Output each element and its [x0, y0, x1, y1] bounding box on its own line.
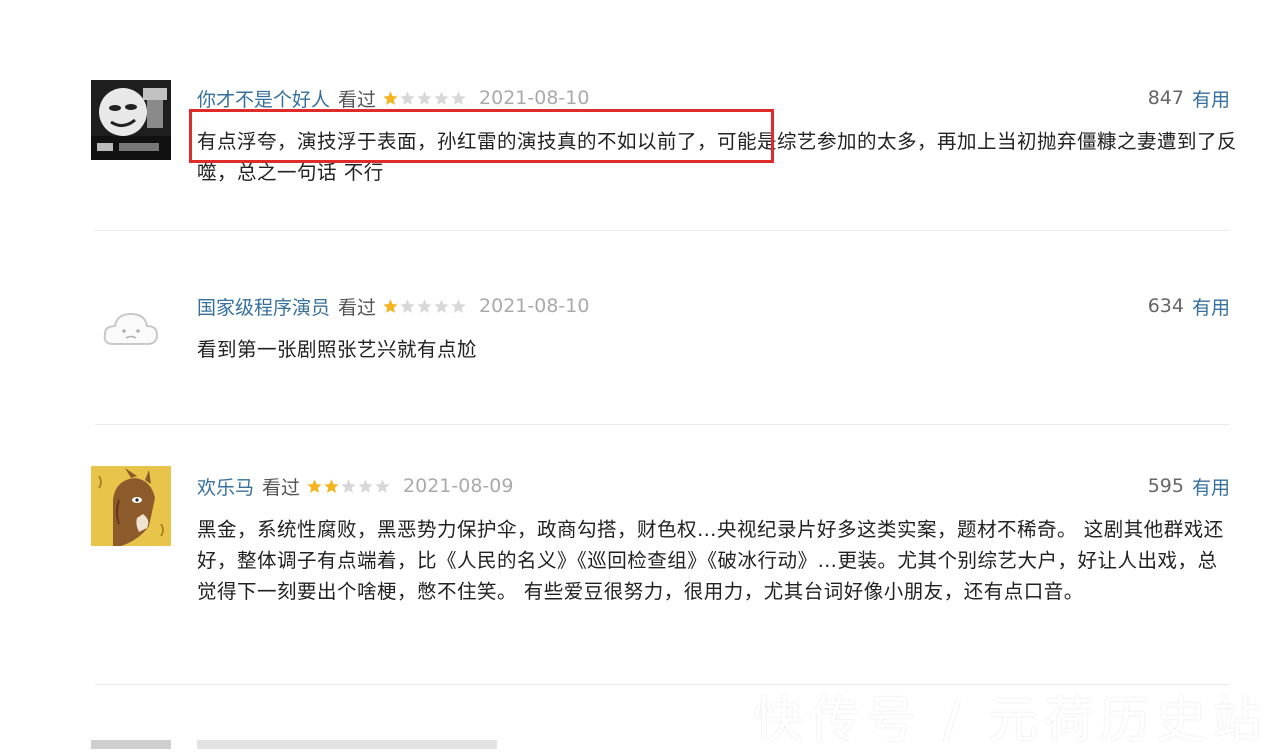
star-empty-icon	[375, 478, 390, 493]
star-empty-icon	[400, 298, 415, 313]
watch-status: 看过	[262, 476, 301, 499]
review-date: 2021-08-10	[479, 87, 590, 109]
avatar[interactable]	[91, 740, 171, 749]
vote-block: 634 有用	[1148, 292, 1230, 320]
review-meta: 国家级程序演员 看过 2021-08-10	[197, 292, 589, 320]
vote-block: 595 有用	[1148, 472, 1230, 500]
review-text: 黑金，系统性腐败，黑恶势力保护伞，政商勾搭，财色权…央视纪录片好多这类实案，题材…	[197, 518, 1224, 603]
review-meta: 欢乐马 看过 2021-08-09	[197, 472, 513, 500]
star-filled-icon	[383, 298, 398, 313]
meme-face-avatar-icon	[91, 80, 171, 160]
review-meta: 你才不是个好人 看过 2021-08-10	[197, 84, 589, 112]
star-empty-icon	[434, 90, 449, 105]
review-date: 2021-08-09	[403, 475, 514, 497]
vote-count: 847	[1147, 87, 1184, 109]
vote-count: 595	[1147, 475, 1184, 497]
star-filled-icon	[307, 478, 322, 493]
partial-review-meta	[197, 740, 497, 749]
default-cloud-avatar-icon	[91, 288, 171, 368]
star-empty-icon	[451, 90, 466, 105]
useful-button[interactable]: 有用	[1192, 85, 1230, 112]
rating-stars	[382, 298, 467, 315]
review-date: 2021-08-10	[479, 295, 590, 317]
useful-button[interactable]: 有用	[1192, 293, 1230, 320]
author-link[interactable]: 你才不是个好人	[197, 85, 330, 112]
rating-stars	[382, 90, 467, 107]
divider	[95, 424, 1230, 425]
star-filled-icon	[383, 90, 398, 105]
watermark: 快传号 / 元荷历史站	[753, 691, 1268, 749]
horse-avatar-icon	[91, 466, 171, 546]
author-link[interactable]: 国家级程序演员	[197, 293, 330, 320]
avatar[interactable]	[91, 288, 171, 368]
avatar[interactable]	[91, 80, 171, 160]
star-empty-icon	[417, 298, 432, 313]
watch-status: 看过	[338, 296, 377, 319]
review-text: 看到第一张剧照张艺兴就有点尬	[197, 338, 478, 361]
star-empty-icon	[400, 90, 415, 105]
author-link[interactable]: 欢乐马	[197, 473, 254, 500]
useful-button[interactable]: 有用	[1192, 473, 1230, 500]
star-empty-icon	[417, 90, 432, 105]
avatar[interactable]	[91, 466, 171, 546]
rating-stars	[306, 478, 391, 495]
vote-count: 634	[1147, 295, 1184, 317]
star-empty-icon	[451, 298, 466, 313]
star-empty-icon	[358, 478, 373, 493]
star-empty-icon	[434, 298, 449, 313]
vote-block: 847 有用	[1148, 84, 1230, 112]
star-filled-icon	[324, 478, 339, 493]
highlight-box	[189, 109, 774, 163]
star-empty-icon	[341, 478, 356, 493]
divider	[95, 230, 1230, 231]
watch-status: 看过	[338, 88, 377, 111]
